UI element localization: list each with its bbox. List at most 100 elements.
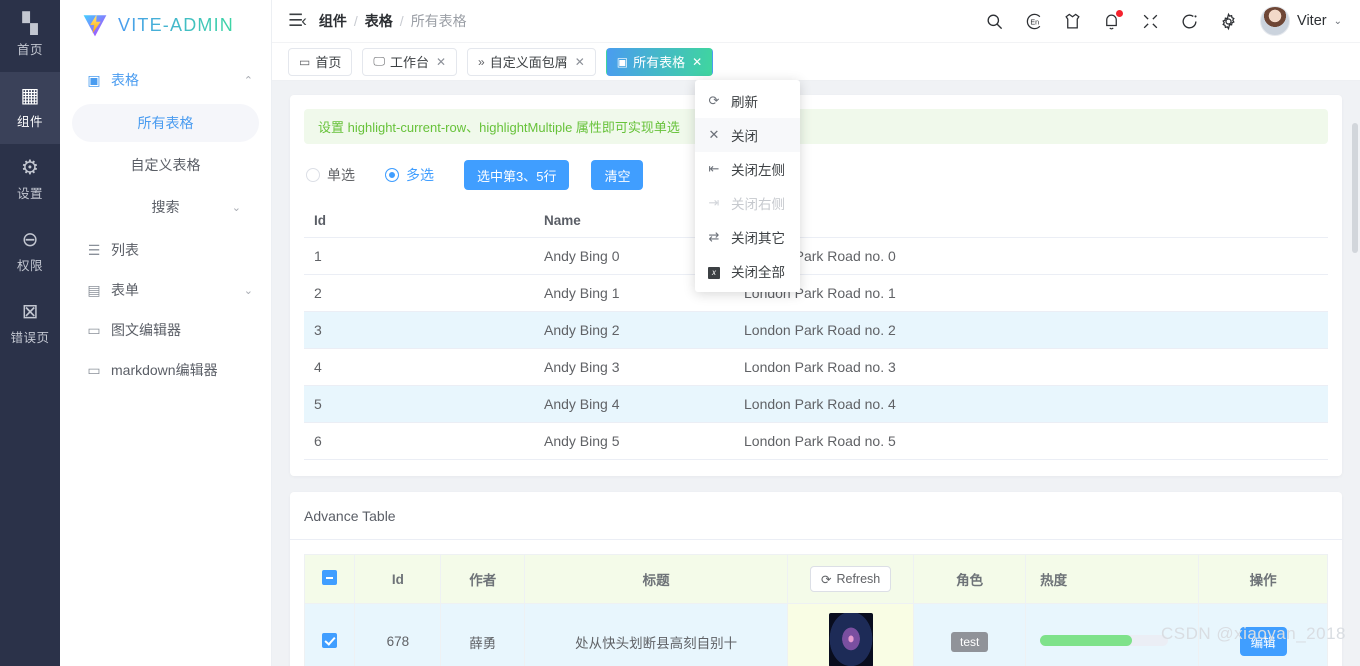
- column-header-address[interactable]: Address: [734, 204, 1328, 238]
- select-all-header[interactable]: [305, 555, 355, 604]
- column-header-id[interactable]: Id: [304, 204, 534, 238]
- sidebar-menu: ▣ 表格 ⌃ 所有表格 自定义表格 搜索 ⌄ ☰ 列表 ▤ 表单 ⌄: [60, 50, 271, 390]
- context-menu-item-refresh[interactable]: ⟳ 刷新: [695, 84, 800, 118]
- basic-table-body: 1 Andy Bing 0 London Park Road no. 0 2 A…: [304, 238, 1328, 460]
- row-checkbox[interactable]: [322, 633, 337, 648]
- sidebar-item-label: 自定义表格: [131, 155, 201, 175]
- tab-custom-breadcrumb[interactable]: » 自定义面包屑 ✕: [467, 48, 596, 76]
- select-all-checkbox[interactable]: [322, 570, 337, 585]
- column-header-action[interactable]: 操作: [1199, 555, 1328, 604]
- row-select-cell[interactable]: [305, 604, 355, 666]
- x-square-icon: ⊠: [22, 302, 39, 322]
- cell-name: Andy Bing 3: [534, 349, 734, 386]
- column-header-role[interactable]: 角色: [914, 555, 1026, 604]
- context-menu-item-close-all[interactable]: x 关闭全部: [695, 254, 800, 288]
- context-menu-label: 关闭: [731, 125, 758, 145]
- collapse-menu-icon[interactable]: ☰‹: [288, 11, 305, 31]
- notification-bell-icon[interactable]: [1101, 11, 1121, 31]
- tab-close-icon[interactable]: ✕: [436, 55, 446, 69]
- cell-id: 4: [304, 349, 534, 386]
- column-header-heat[interactable]: 热度: [1026, 555, 1199, 604]
- cell-name: Andy Bing 2: [534, 312, 734, 349]
- basic-table-card: 设置 highlight-current-row、highlightMultip…: [290, 95, 1342, 476]
- breadcrumb-item-current: 所有表格: [411, 11, 467, 31]
- table-row[interactable]: 6 Andy Bing 5 London Park Road no. 5: [304, 423, 1328, 460]
- cell-id: 3: [304, 312, 534, 349]
- sidebar-item-rich-editor[interactable]: ▭ 图文编辑器: [60, 310, 271, 350]
- tab-label: 自定义面包屑: [490, 52, 568, 71]
- table-row[interactable]: 1 Andy Bing 0 London Park Road no. 0: [304, 238, 1328, 275]
- column-header-id[interactable]: Id: [355, 555, 441, 604]
- cell-author: 薛勇: [441, 604, 525, 666]
- cell-title-link[interactable]: 处从快头划断县高刻自别十: [525, 604, 788, 666]
- table-controls: 单选 多选 选中第3、5行 清空: [304, 160, 1328, 190]
- context-menu-item-close-right: ⇥ 关闭右侧: [695, 186, 800, 220]
- cell-thumbnail[interactable]: [787, 604, 913, 666]
- tab-all-tables[interactable]: ▣ 所有表格 ✕: [606, 48, 713, 76]
- edit-button[interactable]: 编辑: [1240, 627, 1287, 656]
- notification-badge-dot: [1116, 10, 1123, 17]
- radio-multi-select[interactable]: 多选: [385, 165, 434, 185]
- cell-id: 678: [355, 604, 441, 666]
- sidebar-item-label: 列表: [111, 240, 139, 260]
- select-rows-button[interactable]: 选中第3、5行: [464, 160, 569, 190]
- context-menu-label: 刷新: [731, 91, 758, 111]
- column-header-author[interactable]: 作者: [441, 555, 525, 604]
- column-header-title[interactable]: 标题: [525, 555, 788, 604]
- sidebar-item-list[interactable]: ☰ 列表: [60, 230, 271, 270]
- rail-item-error-page[interactable]: ⊠ 错误页: [0, 288, 60, 360]
- table-row[interactable]: 4 Andy Bing 3 London Park Road no. 3: [304, 349, 1328, 386]
- sidebar-item-label: markdown编辑器: [111, 360, 218, 380]
- tab-label: 工作台: [390, 52, 429, 71]
- cell-action: 编辑: [1199, 604, 1328, 666]
- tab-close-icon[interactable]: ✕: [575, 55, 585, 69]
- sidebar-item-custom-table[interactable]: 自定义表格: [72, 146, 259, 184]
- tab-home[interactable]: ▭ 首页: [288, 48, 352, 76]
- icon-rail: ▚ 首页 ▦ 组件 ⚙ 设置 ⊖ 权限 ⊠ 错误页: [0, 0, 60, 666]
- tab-close-icon[interactable]: ✕: [692, 55, 702, 69]
- gear-icon: ⚙: [21, 158, 39, 178]
- sidebar-group-table[interactable]: ▣ 表格 ⌃: [60, 60, 271, 100]
- tab-workbench[interactable]: 🖵 工作台 ✕: [362, 48, 457, 76]
- space-nebula-thumb: [829, 613, 873, 666]
- sidebar-item-all-tables[interactable]: 所有表格: [72, 104, 259, 142]
- rail-item-permission[interactable]: ⊖ 权限: [0, 216, 60, 288]
- radio-single-select[interactable]: 单选: [306, 165, 355, 185]
- breadcrumb-item[interactable]: 表格: [365, 11, 393, 31]
- sidebar-item-search[interactable]: 搜索 ⌄: [72, 188, 259, 226]
- settings-gear-icon[interactable]: [1218, 11, 1238, 31]
- radio-circle-icon: [385, 168, 399, 182]
- rail-item-components[interactable]: ▦ 组件: [0, 72, 60, 144]
- refresh-icon[interactable]: [1179, 11, 1199, 31]
- language-icon[interactable]: En: [1023, 11, 1043, 31]
- context-menu-label: 关闭左侧: [731, 159, 785, 179]
- rail-item-home[interactable]: ▚ 首页: [0, 0, 60, 72]
- refresh-button[interactable]: ⟳ Refresh: [810, 566, 891, 592]
- search-icon[interactable]: [984, 11, 1004, 31]
- context-menu-item-close-others[interactable]: ⇄ 关闭其它: [695, 220, 800, 254]
- table-vertical-scrollbar[interactable]: [1352, 123, 1358, 253]
- user-menu[interactable]: Viter ⌄: [1260, 6, 1342, 36]
- context-menu-item-close-left[interactable]: ⇤ 关闭左侧: [695, 152, 800, 186]
- table-row-selected[interactable]: 5 Andy Bing 4 London Park Road no. 4: [304, 386, 1328, 423]
- sidebar-item-form[interactable]: ▤ 表单 ⌄: [60, 270, 271, 310]
- main-column: ☰‹ 组件 / 表格 / 所有表格 En: [272, 0, 1360, 666]
- breadcrumb-item[interactable]: 组件: [319, 11, 347, 31]
- rail-label: 首页: [17, 39, 43, 58]
- theme-shirt-icon[interactable]: [1062, 11, 1082, 31]
- tab-label: 首页: [315, 52, 341, 71]
- fullscreen-icon[interactable]: [1140, 11, 1160, 31]
- table-row[interactable]: 2 Andy Bing 1 London Park Road no. 1: [304, 275, 1328, 312]
- sidebar-group-label: 表格: [111, 70, 139, 90]
- context-menu-item-close[interactable]: ✕ 关闭: [695, 118, 800, 152]
- clear-selection-button[interactable]: 清空: [591, 160, 643, 190]
- brand[interactable]: VITE-ADMIN: [60, 0, 271, 50]
- rail-item-settings[interactable]: ⚙ 设置: [0, 144, 60, 216]
- windows-icon: ▚: [22, 14, 37, 34]
- table-row[interactable]: 678 薛勇 处从快头划断县高刻自别十 test: [305, 604, 1328, 666]
- content-area: 设置 highlight-current-row、highlightMultip…: [272, 81, 1360, 666]
- sidebar-item-markdown-editor[interactable]: ▭ markdown编辑器: [60, 350, 271, 390]
- cell-id: 5: [304, 386, 534, 423]
- table-row-selected[interactable]: 3 Andy Bing 2 London Park Road no. 2: [304, 312, 1328, 349]
- heat-progress-bar: [1040, 635, 1168, 646]
